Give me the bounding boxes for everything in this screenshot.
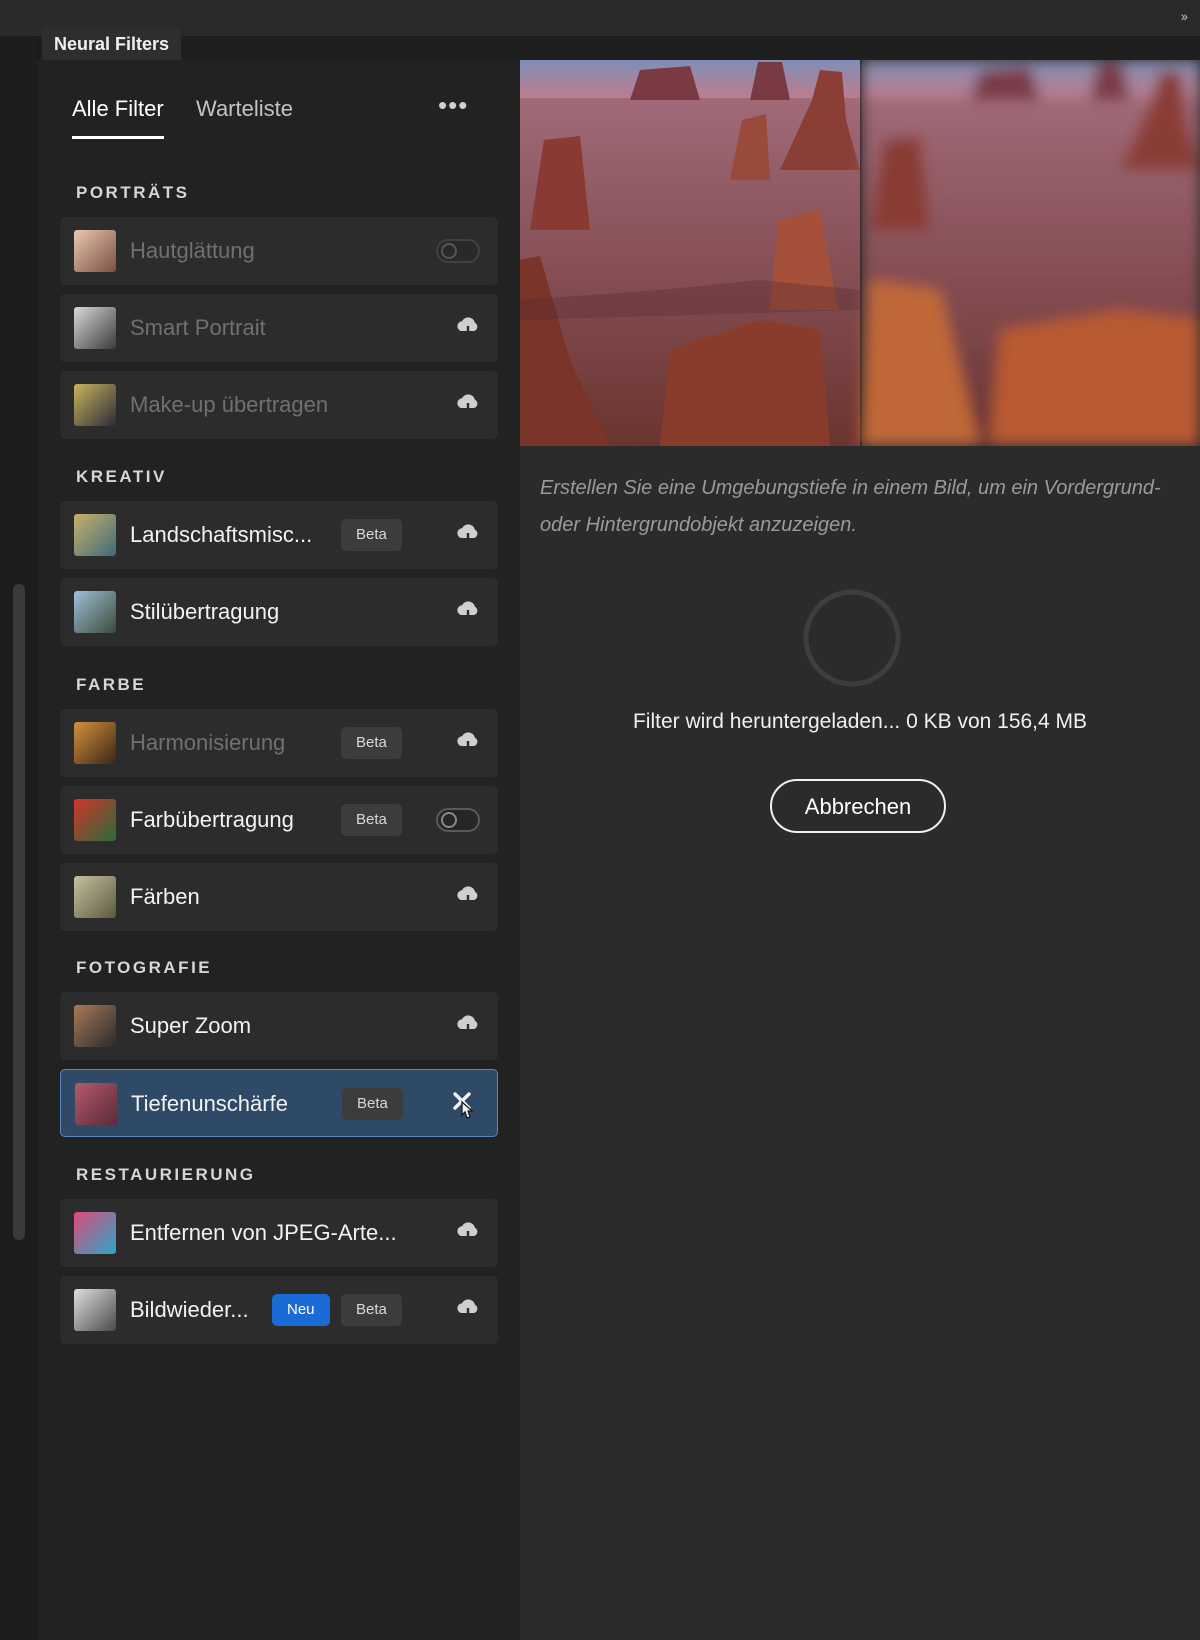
beta-badge: Beta [341, 727, 402, 759]
beta-badge: Beta [342, 1088, 403, 1120]
section-heading-fotografie: FOTOGRAFIE [76, 958, 213, 977]
more-options-icon[interactable]: ••• [438, 90, 468, 121]
loading-spinner-icon [803, 589, 901, 687]
filter-thumbnail [74, 1289, 116, 1331]
filter-sidebar: Alle Filter Warteliste ••• PORTRÄTS Hautg… [38, 60, 520, 1640]
filter-label: Super Zoom [130, 1013, 252, 1038]
cancel-download-button[interactable]: Abbrechen [770, 779, 946, 833]
filter-item-bildwieder[interactable]: Bildwieder... Neu Beta [60, 1276, 498, 1344]
section-heading-porträts: PORTRÄTS [76, 183, 190, 202]
cloud-download-icon[interactable] [454, 883, 482, 911]
filter-label: Harmonisierung [130, 730, 286, 755]
filter-label: Make-up übertragen [130, 392, 329, 417]
filter-label: Bildwieder... [130, 1297, 249, 1322]
new-badge: Neu [272, 1294, 330, 1326]
filter-label: Stilübertragung [130, 599, 280, 624]
cloud-download-icon[interactable] [454, 521, 482, 549]
filter-description: Erstellen Sie eine Umgebungstiefe in ein… [540, 477, 1161, 536]
download-status: Filter wird heruntergeladen... 0 KB von … [632, 710, 1088, 733]
filter-detail-panel: Erstellen Sie eine Umgebungstiefe in ein… [520, 60, 1200, 1640]
filter-label: Hautglättung [130, 238, 255, 263]
tab-warteliste[interactable]: Warteliste [196, 96, 293, 122]
filter-label: Entfernen von JPEG-Arte... [130, 1220, 397, 1245]
preview-before [520, 60, 860, 446]
filter-thumbnail [74, 384, 116, 426]
collapse-panel-icon[interactable]: ›› [1181, 8, 1188, 24]
filter-label: Tiefenunschärfe [131, 1091, 288, 1116]
panel-scrollbar[interactable] [13, 584, 25, 1240]
filter-item-farbübertragung[interactable]: Farbübertragung Beta [60, 786, 498, 854]
filter-thumbnail [74, 1212, 116, 1254]
filter-thumbnail [74, 1005, 116, 1047]
preview-divider[interactable] [860, 60, 862, 446]
filter-thumbnail [75, 1083, 117, 1125]
preview-image [520, 60, 1200, 446]
filter-item-make-up-übertragen[interactable]: Make-up übertragen [60, 371, 498, 439]
filter-thumbnail [74, 876, 116, 918]
filter-thumbnail [74, 230, 116, 272]
filter-toggle[interactable] [436, 808, 480, 832]
filter-thumbnail [74, 799, 116, 841]
left-gutter [0, 36, 39, 1640]
beta-badge: Beta [341, 804, 402, 836]
cloud-download-icon[interactable] [454, 1012, 482, 1040]
beta-badge: Beta [341, 519, 402, 551]
filter-label: Farbübertragung [130, 807, 294, 832]
filter-label: Landschaftsmisc... [130, 522, 313, 547]
filter-thumbnail [74, 722, 116, 764]
filter-item-stilübertragung[interactable]: Stilübertragung [60, 578, 498, 646]
panel-title-tab[interactable]: Neural Filters [42, 28, 182, 60]
filter-thumbnail [74, 591, 116, 633]
filter-item-smart-portrait[interactable]: Smart Portrait [60, 294, 498, 362]
filter-thumbnail [74, 307, 116, 349]
cloud-download-icon[interactable] [454, 729, 482, 757]
cloud-download-icon[interactable] [454, 391, 482, 419]
filter-item-landschaftsmisc[interactable]: Landschaftsmisc... Beta [60, 501, 498, 569]
cloud-download-icon[interactable] [454, 1296, 482, 1324]
preview-after [860, 60, 1200, 446]
filter-item-tiefenunschärfe[interactable]: Tiefenunschärfe Beta [60, 1069, 498, 1137]
filter-item-entfernen-von-jpeg-arte[interactable]: Entfernen von JPEG-Arte... [60, 1199, 498, 1267]
cloud-download-icon[interactable] [454, 1219, 482, 1247]
section-heading-farbe: FARBE [76, 675, 147, 694]
section-heading-restaurierung: RESTAURIERUNG [76, 1165, 256, 1184]
cancel-download-icon[interactable] [449, 1088, 477, 1122]
beta-badge: Beta [341, 1294, 402, 1326]
filter-item-hautglättung[interactable]: Hautglättung [60, 217, 498, 285]
cloud-download-icon[interactable] [454, 598, 482, 626]
filter-thumbnail [74, 514, 116, 556]
filter-item-harmonisierung[interactable]: Harmonisierung Beta [60, 709, 498, 777]
cloud-download-icon[interactable] [454, 314, 482, 342]
tab-alle-filter[interactable]: Alle Filter [72, 96, 164, 139]
filter-label: Smart Portrait [130, 315, 266, 340]
filter-item-super-zoom[interactable]: Super Zoom [60, 992, 498, 1060]
filter-item-färben[interactable]: Färben [60, 863, 498, 931]
section-heading-kreativ: KREATIV [76, 467, 167, 486]
filter-toggle[interactable] [436, 239, 480, 263]
filter-label: Färben [130, 884, 200, 909]
